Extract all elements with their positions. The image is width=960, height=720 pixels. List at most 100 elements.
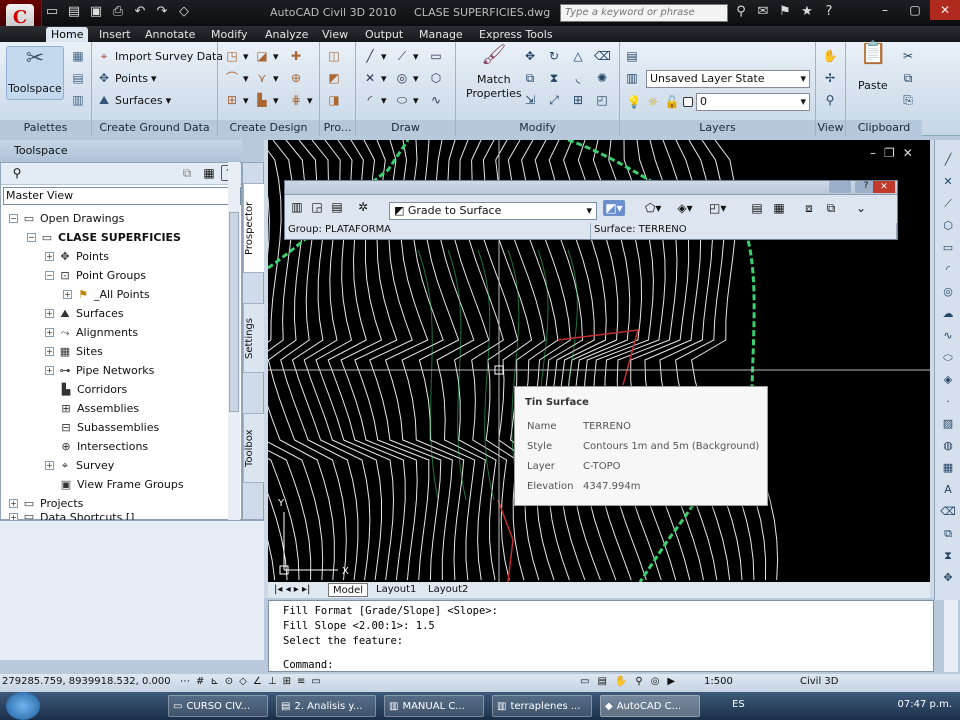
- command-prompt[interactable]: Command:: [283, 659, 334, 671]
- tree-points[interactable]: + ✥ Points: [45, 247, 109, 266]
- undo-icon[interactable]: ↶: [132, 4, 148, 20]
- tree-survey[interactable]: + ⌖ Survey: [45, 456, 114, 475]
- layer-toggles[interactable]: 💡 ☼ 🔓: [626, 94, 693, 110]
- collapse-icon[interactable]: −: [9, 214, 18, 223]
- tool-table-icon[interactable]: ▦: [940, 460, 956, 476]
- redo-icon[interactable]: ↷: [154, 4, 170, 20]
- tool-region-icon[interactable]: ◍: [940, 438, 956, 454]
- intersection-button[interactable]: ⋎ ▾: [254, 70, 279, 86]
- close-icon[interactable]: ✕: [873, 181, 895, 193]
- close-icon[interactable]: ✕: [930, 0, 960, 20]
- pan-icon[interactable]: ✋: [615, 676, 627, 687]
- grading-group-icon[interactable]: ▥: [289, 199, 305, 215]
- explode-button[interactable]: ✺: [594, 70, 610, 86]
- taskbar-item-active[interactable]: ◆ AutoCAD C...: [600, 695, 700, 717]
- alignment-button[interactable]: ✚: [288, 48, 304, 64]
- delete-grading-icon[interactable]: ◰▾: [709, 200, 726, 216]
- corridor-button[interactable]: ▙ ▾: [254, 92, 278, 108]
- ducs-icon[interactable]: ⊥: [268, 676, 277, 687]
- current-layer-select[interactable]: 0 ▾: [696, 93, 810, 111]
- panel-title-clipboard[interactable]: Clipboard: [846, 120, 922, 136]
- grading-button[interactable]: ◪ ▾: [254, 48, 278, 64]
- qp-icon[interactable]: ▭: [311, 676, 320, 687]
- select-grading-icon[interactable]: ▤: [749, 200, 765, 216]
- layer-icon[interactable]: ▤: [329, 199, 345, 215]
- orbit-button[interactable]: ✢: [822, 70, 838, 86]
- palette-btn-3[interactable]: ▥: [70, 92, 86, 108]
- tab-settings[interactable]: Settings: [243, 303, 265, 373]
- grading-volume-icon[interactable]: ⧉: [823, 200, 839, 216]
- polygon-button[interactable]: ⬡: [428, 70, 444, 86]
- tree-sites[interactable]: + ▦ Sites: [45, 342, 103, 361]
- taskbar-item[interactable]: ▤ 2. Analisis y...: [276, 695, 376, 717]
- sample-lines-button[interactable]: ⋕ ▾: [288, 92, 313, 108]
- mirror-button[interactable]: ⧗: [546, 70, 562, 86]
- copy-icon[interactable]: ⧉: [179, 165, 195, 181]
- tree-assemblies[interactable]: ⊞ Assemblies: [59, 399, 139, 418]
- tab-view[interactable]: View: [317, 27, 353, 42]
- lwt-icon[interactable]: ≡: [297, 676, 305, 687]
- tree-intersections[interactable]: ⊕ Intersections: [59, 437, 148, 456]
- points-button[interactable]: ✥ Points ▾: [96, 70, 157, 86]
- tool-copy-icon[interactable]: ⧉: [940, 526, 956, 542]
- expand-icon[interactable]: +: [45, 461, 54, 470]
- master-view-select[interactable]: Master View▾: [3, 187, 241, 205]
- new-icon[interactable]: ▭: [44, 4, 60, 20]
- surfaces-button[interactable]: ⛰ Surfaces ▾: [96, 92, 171, 108]
- tool-arc-icon[interactable]: ◜: [940, 262, 956, 278]
- profile-view-button[interactable]: ◫: [326, 48, 342, 64]
- tool-mtext-icon[interactable]: A: [940, 482, 956, 498]
- steering-wheel-icon[interactable]: ◎: [651, 676, 660, 687]
- tool-polyline-icon[interactable]: ⟋: [940, 196, 956, 212]
- panel-title-palettes[interactable]: Palettes: [0, 120, 91, 136]
- tool-spline-icon[interactable]: ∿: [940, 328, 956, 344]
- tool-point-icon[interactable]: ·: [940, 394, 956, 410]
- trim-button[interactable]: △: [570, 48, 586, 64]
- annotation-scale[interactable]: 1:500: [704, 676, 733, 687]
- taskbar-item[interactable]: ▥ MANUAL C...: [384, 695, 484, 717]
- collapse-icon[interactable]: −: [27, 233, 36, 242]
- favorites-icon[interactable]: ★: [799, 4, 815, 20]
- layout-icon[interactable]: ▤: [597, 676, 606, 687]
- layer-state-select[interactable]: Unsaved Layer State ▾: [646, 70, 810, 88]
- tab-manage[interactable]: Manage: [414, 27, 468, 42]
- tool-block-icon[interactable]: ◈: [940, 372, 956, 388]
- panel-title-modify[interactable]: Modify: [456, 120, 619, 136]
- tool-mirror-icon[interactable]: ⧗: [940, 548, 956, 564]
- elevation-editor-icon[interactable]: ⧈: [801, 200, 817, 216]
- expand-icon[interactable]: +: [45, 328, 54, 337]
- create-infill-icon[interactable]: ⬠▾: [645, 200, 661, 216]
- ellipse-button[interactable]: ⬭ ▾: [394, 92, 419, 108]
- circle-button[interactable]: ◎ ▾: [394, 70, 419, 86]
- tool-polygon-icon[interactable]: ⬡: [940, 218, 956, 234]
- model-icon[interactable]: ▭: [580, 676, 589, 687]
- copy-clip-button[interactable]: ⧉: [900, 70, 916, 86]
- osnap-icon[interactable]: ◇: [239, 676, 247, 687]
- erase-button[interactable]: ⌫: [594, 48, 611, 64]
- command-line[interactable]: Fill Format [Grade/Slope] <Slope>: Fill …: [268, 600, 934, 672]
- spline-button[interactable]: ∿: [428, 92, 444, 108]
- grading-editor-icon[interactable]: ▦: [771, 200, 787, 216]
- cut-button[interactable]: ✂: [900, 48, 916, 64]
- palette-btn-1[interactable]: ▦: [70, 48, 86, 64]
- tool-move-icon[interactable]: ✥: [940, 570, 956, 586]
- command-scrollbar[interactable]: [944, 600, 958, 672]
- save-icon[interactable]: ▣: [88, 4, 104, 20]
- taskbar-item[interactable]: ▥ terraplenes ...: [492, 695, 592, 717]
- criteria-icon[interactable]: ✲: [355, 199, 371, 215]
- minimize-icon[interactable]: –: [870, 146, 876, 160]
- tool-ellipse-icon[interactable]: ⬭: [940, 350, 956, 366]
- mass-haul-button[interactable]: ◨: [326, 92, 342, 108]
- subscription-icon[interactable]: ✉: [755, 4, 771, 20]
- start-button[interactable]: [6, 692, 40, 720]
- toolspace-button[interactable]: ✂ Toolspace: [6, 46, 64, 100]
- collapse-icon[interactable]: −: [45, 271, 54, 280]
- section-view-button[interactable]: ◩: [326, 70, 342, 86]
- tree-surfaces[interactable]: + ⛰ Surfaces: [45, 304, 124, 323]
- grid-icon[interactable]: ▦: [201, 165, 217, 181]
- target-surface-icon[interactable]: ◲: [309, 199, 325, 215]
- toolspace-scrollbar[interactable]: [228, 162, 240, 520]
- print-icon[interactable]: ⎙: [110, 4, 126, 20]
- tree-point-groups[interactable]: − ⊡ Point Groups: [45, 266, 146, 285]
- binoculars-icon[interactable]: ⚲: [733, 4, 749, 20]
